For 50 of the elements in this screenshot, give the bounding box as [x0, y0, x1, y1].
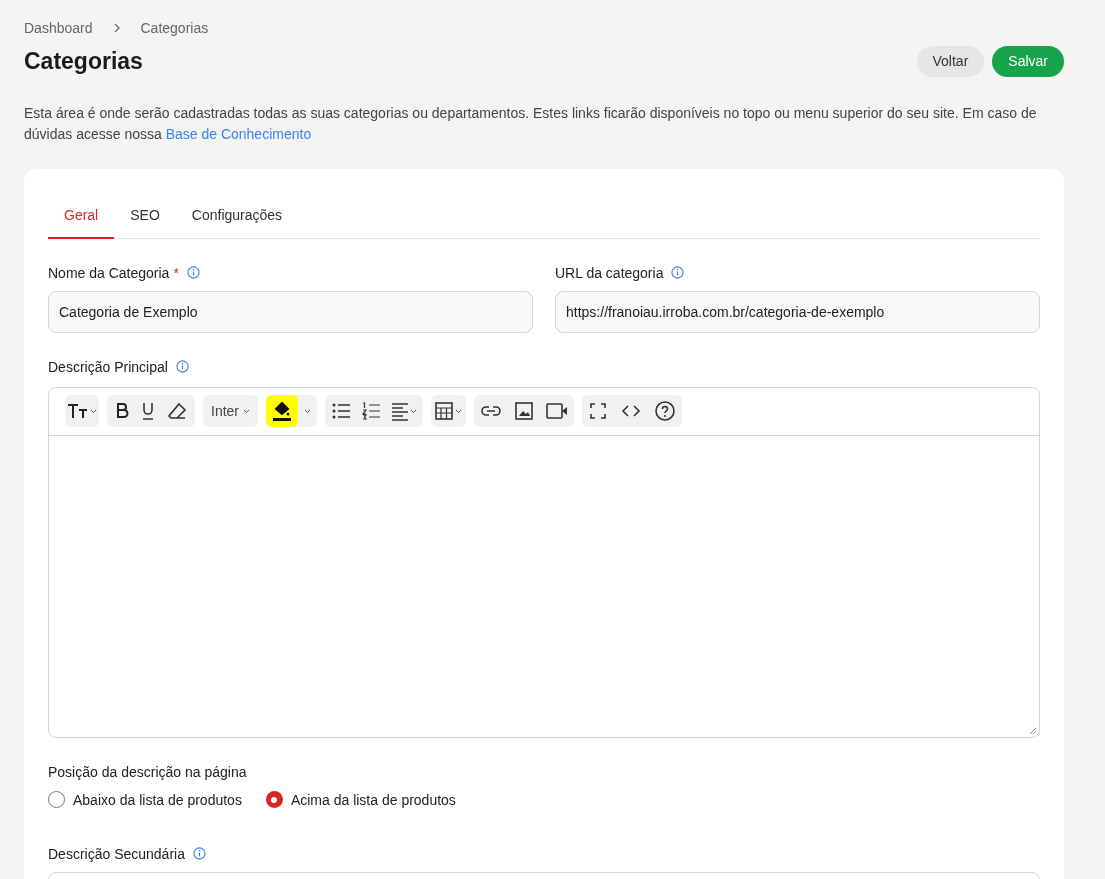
bold-icon[interactable]: [115, 401, 129, 421]
text-size-button[interactable]: [65, 395, 99, 427]
info-icon[interactable]: [671, 266, 685, 279]
eraser-icon[interactable]: [167, 401, 187, 421]
radio-button[interactable]: [265, 791, 283, 808]
info-icon[interactable]: [186, 266, 200, 279]
chevron-right-icon: [112, 22, 121, 34]
intro-paragraph: Esta área é onde serão cadastradas todas as suas categorias ou departamentos. Estes links ficarão disponíveis no topo ou menu superior do seu site. Em caso de dúvidas acesse nossa Base de Conhecimento: [24, 103, 1038, 144]
radio-button[interactable]: [48, 791, 65, 808]
info-icon[interactable]: [175, 360, 189, 373]
field-label: Descrição Secundária: [48, 844, 185, 864]
page-title: Categorias: [24, 47, 143, 76]
paint-bucket-icon: [272, 400, 292, 422]
field-label: Posição da descrição na página: [48, 762, 248, 782]
text-input[interactable]: https://franoiau.irroba.com.br/categoria-de-exemplo: [555, 290, 1040, 333]
caret-down-icon: [90, 408, 97, 414]
radio-label: Acima da lista de produtos: [290, 790, 456, 810]
breadcrumb-link[interactable]: Categorias: [140, 18, 209, 38]
resize-handle-icon[interactable]: [1029, 726, 1037, 735]
bullet-list-icon[interactable]: [331, 401, 351, 421]
highlight-color-button[interactable]: [266, 395, 298, 427]
text-size-icon: [67, 402, 89, 420]
video-camera-icon[interactable]: [546, 401, 568, 421]
info-icon[interactable]: [192, 847, 206, 860]
rich-text-editor[interactable]: Inter: [48, 386, 1040, 738]
radio-label: Abaixo da lista de produtos: [73, 790, 242, 810]
fullscreen-icon[interactable]: [588, 401, 608, 421]
back-button[interactable]: Voltar: [916, 45, 985, 77]
breadcrumb-link[interactable]: Dashboard: [24, 18, 93, 38]
align-dropdown[interactable]: [391, 401, 417, 421]
text-input[interactable]: Categoria de Exemplo: [48, 290, 533, 333]
font-dropdown[interactable]: Inter: [203, 395, 258, 427]
underline-icon[interactable]: [141, 401, 155, 421]
caret-down-icon: [304, 408, 311, 414]
tab[interactable]: Geral: [48, 192, 115, 239]
required-asterisk: *: [173, 263, 179, 283]
image-icon[interactable]: [514, 401, 534, 421]
numbered-list-icon[interactable]: [361, 401, 381, 421]
caret-down-icon: [243, 408, 250, 414]
table-dropdown[interactable]: [431, 395, 466, 427]
field-label: Descrição Principal: [48, 357, 168, 377]
table-icon[interactable]: [435, 401, 453, 421]
align-left-icon[interactable]: [391, 401, 409, 421]
tab[interactable]: SEO: [114, 192, 176, 239]
field-label: Nome da Categoria: [48, 263, 170, 283]
field-label: URL da categoria: [555, 263, 664, 283]
caret-down-icon: [410, 408, 417, 414]
help-icon[interactable]: [654, 401, 676, 421]
tab[interactable]: Configurações: [175, 192, 299, 239]
caret-down-icon: [455, 408, 462, 414]
